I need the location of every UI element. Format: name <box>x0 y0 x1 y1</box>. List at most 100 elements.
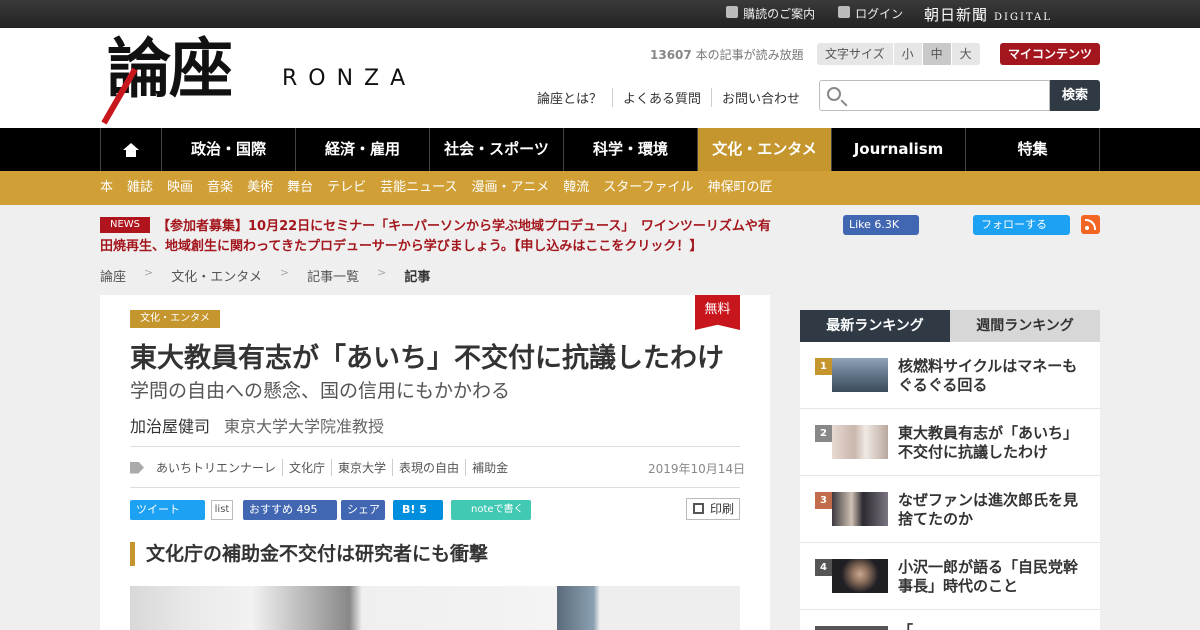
ranking-thumbnail <box>832 626 888 630</box>
ranking-number: 4 <box>815 559 832 576</box>
subnav-item[interactable]: 美術 <box>247 171 273 205</box>
ranking-item[interactable]: 2 東大教員有志が「あいち」不交付に抗議したわけ <box>800 409 1100 476</box>
subnav-item[interactable]: 漫画・アニメ <box>471 171 549 205</box>
about-link[interactable]: 論座とは？ <box>537 88 614 107</box>
breadcrumb-home[interactable]: 論座 <box>100 266 126 285</box>
breadcrumb-current: 記事 <box>404 270 431 285</box>
subnav-item[interactable]: 本 <box>100 171 113 205</box>
subnav-item[interactable]: 舞台 <box>287 171 313 205</box>
tag-icon <box>130 461 144 474</box>
lock-icon <box>838 6 850 18</box>
nav-science[interactable]: 科学・環境 <box>564 128 698 171</box>
ranking-number: 5 <box>815 626 832 630</box>
subnav-item[interactable]: 韓流 <box>563 171 589 205</box>
subnav-item[interactable]: 映画 <box>167 171 193 205</box>
tag-item[interactable]: 文化庁 <box>283 459 333 476</box>
tag-item[interactable]: 表現の自由 <box>393 459 467 476</box>
font-size-label: 文字サイズ <box>817 43 894 65</box>
free-badge: 無料 <box>695 295 740 330</box>
contact-link[interactable]: お問い合わせ <box>712 88 810 107</box>
facebook-like-button[interactable]: Like 6.3K <box>843 215 919 235</box>
note-button[interactable]: noteで書く <box>451 500 531 520</box>
ronza-logo[interactable]: 論座 <box>107 38 233 102</box>
tag-item[interactable]: あいちトリエンナーレ <box>150 459 284 476</box>
ranking-title: 小沢一郎が語る「自民党幹事長」時代のこと <box>898 558 1079 595</box>
tag-list: あいちトリエンナーレ 文化庁 東京大学 表現の自由 補助金 <box>130 459 514 476</box>
breadcrumb-separator: > <box>377 266 387 279</box>
ranking-item[interactable]: 1 核燃料サイクルはマネーもぐるぐる回る <box>800 342 1100 409</box>
breadcrumb-category[interactable]: 文化・エンタメ <box>171 266 262 285</box>
nav-economy[interactable]: 経済・雇用 <box>296 128 430 171</box>
ranking-thumbnail <box>832 492 888 526</box>
nav-culture[interactable]: 文化・エンタメ <box>698 128 832 171</box>
subnav-item[interactable]: 神保町の匠 <box>707 171 772 205</box>
home-icon <box>123 142 139 157</box>
author-name[interactable]: 加治屋健司 <box>130 417 210 436</box>
divider <box>130 487 740 488</box>
ranking-number: 1 <box>815 358 832 375</box>
tweet-button[interactable]: ツイート <box>130 500 205 520</box>
ranking-number: 2 <box>815 425 832 442</box>
news-badge: NEWS <box>100 217 150 233</box>
subnav-item[interactable]: テレビ <box>327 171 366 205</box>
ranking-title: なぜファンは進次郎氏を見捨てたのか <box>898 491 1079 528</box>
author: 加治屋健司 東京大学大学院准教授 <box>130 413 384 437</box>
search-input[interactable] <box>819 80 1050 111</box>
breadcrumb-separator: > <box>279 266 290 279</box>
publish-date: 2019年10月14日 <box>648 462 746 476</box>
article-subtitle: 学問の自由への懸念、国の信用にもかかわる <box>130 380 511 402</box>
faq-link[interactable]: よくある質問 <box>613 88 713 107</box>
tab-weekly-ranking[interactable]: 週間ランキング <box>950 310 1100 342</box>
news-link-line1[interactable]: 【参加者募集】10月22日にセミナー「キーパーソンから学ぶ地域プロデュース」 ワ… <box>157 217 777 237</box>
my-contents-button[interactable]: マイコンテンツ <box>1000 43 1100 65</box>
ranking-thumbnail <box>832 358 888 392</box>
subnav-item[interactable]: 雑誌 <box>127 171 153 205</box>
breadcrumb-separator: > <box>144 266 154 279</box>
section-heading: 文化庁の補助金不交付は研究者にも衝撃 <box>130 542 488 566</box>
asahi-digital-logo[interactable]: 朝日新聞 DIGITAL <box>924 4 1052 25</box>
subnav-item[interactable]: スターファイル <box>603 171 693 205</box>
article-title: 東大教員有志が「あいち」不交付に抗議したわけ <box>130 343 724 374</box>
twitter-list-count[interactable]: list <box>211 500 233 520</box>
ranking-title: 東大教員有志が「あいち」不交付に抗議したわけ <box>898 424 1079 461</box>
tag-item[interactable]: 東京大学 <box>332 459 394 476</box>
login-link[interactable]: ログイン <box>838 0 903 28</box>
facebook-share-button[interactable]: シェア <box>341 500 385 520</box>
ranking-title: 「 <box>898 622 1088 630</box>
search-button[interactable]: 検索 <box>1050 80 1100 111</box>
sub-nav-items: 本 雑誌 映画 音楽 美術 舞台 テレビ 芸能ニュース 漫画・アニメ 韓流 スタ… <box>100 171 772 205</box>
ranking-number: 3 <box>815 492 832 509</box>
hatena-bookmark-button[interactable]: B! 5 <box>393 500 443 520</box>
subnav-item[interactable]: 芸能ニュース <box>380 171 457 205</box>
font-size-switcher: 文字サイズ 小 中 大 <box>817 43 981 65</box>
ranking-item[interactable]: 3 なぜファンは進次郎氏を見捨てたのか <box>800 476 1100 543</box>
nav-home[interactable] <box>100 128 162 171</box>
category-tag[interactable]: 文化・エンタメ <box>130 310 220 328</box>
tag-item[interactable]: 補助金 <box>466 459 514 476</box>
breadcrumb: 論座 > 文化・エンタメ > 記事一覧 > 記事 <box>100 266 430 285</box>
nav-politics[interactable]: 政治・国際 <box>162 128 296 171</box>
font-size-large[interactable]: 大 <box>951 43 981 65</box>
ranking-item[interactable]: 5 「 <box>800 610 1100 630</box>
tab-latest-ranking[interactable]: 最新ランキング <box>800 310 950 342</box>
subscription-guide-link[interactable]: 購読のご案内 <box>726 0 815 28</box>
search-icon <box>827 87 841 101</box>
nav-journalism[interactable]: Journalism <box>832 128 966 171</box>
nav-special[interactable]: 特集 <box>966 128 1100 171</box>
nav-society[interactable]: 社会・スポーツ <box>430 128 564 171</box>
ranking-item[interactable]: 4 小沢一郎が語る「自民党幹事長」時代のこと <box>800 543 1100 610</box>
subnav-item[interactable]: 音楽 <box>207 171 233 205</box>
news-link-line2[interactable]: 田焼再生、地域創生に関わってきたプロデューサーから学びましょう。【申し込みはここ… <box>100 237 720 257</box>
ranking-title: 核燃料サイクルはマネーもぐるぐる回る <box>898 357 1078 394</box>
rss-icon[interactable] <box>1081 215 1100 234</box>
ronza-logo-text: RONZA <box>282 66 417 91</box>
font-size-medium[interactable]: 中 <box>922 43 952 65</box>
facebook-recommend-button[interactable]: おすすめ 495 <box>243 500 337 520</box>
font-size-small[interactable]: 小 <box>893 43 923 65</box>
ranking-thumbnail <box>832 425 888 459</box>
breadcrumb-list[interactable]: 記事一覧 <box>307 266 359 285</box>
author-title: 東京大学大学院准教授 <box>224 417 385 436</box>
ranking-thumbnail <box>832 559 888 593</box>
edit-icon <box>726 6 738 18</box>
twitter-follow-button[interactable]: フォローする <box>973 215 1070 235</box>
